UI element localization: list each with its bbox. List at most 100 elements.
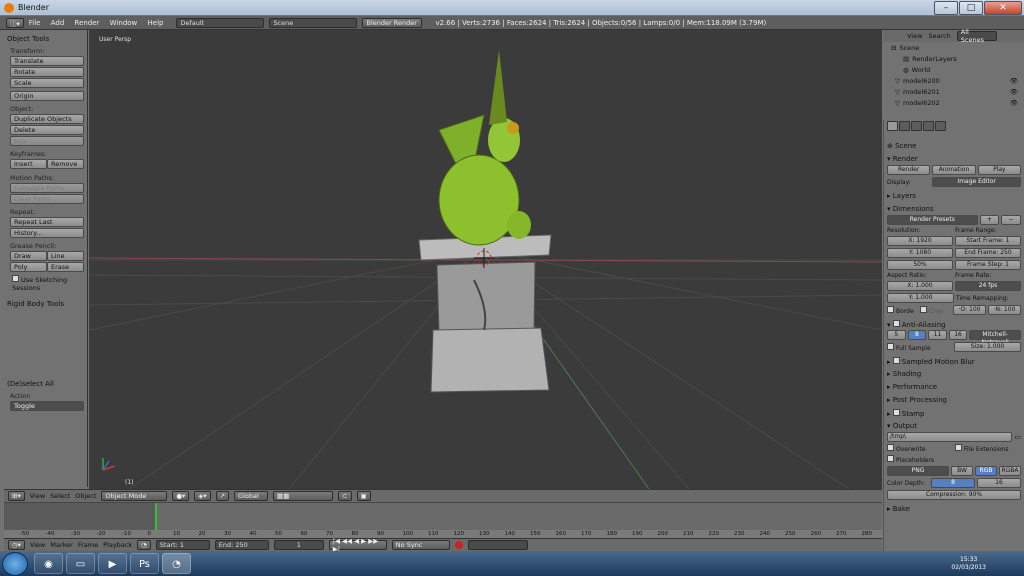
- aa-11-button[interactable]: 11: [928, 330, 947, 340]
- remove-keyframe-button[interactable]: Remove: [47, 159, 84, 169]
- render-tab-icon[interactable]: [887, 121, 898, 131]
- aa-5-button[interactable]: 5: [887, 330, 906, 340]
- preview-range-toggle[interactable]: ◔: [137, 540, 151, 550]
- aspect-x-field[interactable]: X: 1.000: [887, 281, 953, 291]
- select-menu[interactable]: Select: [50, 492, 70, 500]
- translate-button[interactable]: Translate: [10, 56, 84, 66]
- delete-button[interactable]: Delete: [10, 125, 84, 135]
- shading-panel-header[interactable]: ▸ Shading: [887, 370, 1021, 378]
- menu-add[interactable]: Add: [51, 19, 65, 27]
- calculate-paths-button[interactable]: Calculate Paths: [10, 183, 84, 193]
- aspect-y-field[interactable]: Y: 1.000: [887, 293, 954, 303]
- keying-set-field[interactable]: [467, 540, 528, 550]
- display-select[interactable]: Image Editor: [932, 177, 1021, 187]
- chrome-taskbar-icon[interactable]: ◉: [34, 553, 63, 574]
- poly-button[interactable]: Poly: [10, 262, 47, 272]
- start-frame-prop-field[interactable]: Start Frame: 1: [955, 236, 1021, 246]
- bw-button[interactable]: BW: [951, 466, 973, 476]
- close-button[interactable]: ✕: [984, 1, 1022, 15]
- render-button[interactable]: Render: [887, 165, 931, 175]
- world-tab-icon[interactable]: [911, 121, 922, 131]
- system-clock[interactable]: 15:33 02/03/2013: [951, 556, 986, 572]
- pivot-point-button[interactable]: ◈▾: [194, 491, 211, 501]
- outliner-display-mode[interactable]: All Scenes: [956, 28, 997, 44]
- editor-type-button[interactable]: ⓘ▾: [6, 17, 24, 28]
- insert-keyframe-button[interactable]: Insert: [10, 159, 47, 169]
- output-path-field[interactable]: /tmp\: [887, 432, 1013, 442]
- repeat-last-button[interactable]: Repeat Last: [10, 217, 84, 227]
- frame-menu[interactable]: Frame: [78, 541, 98, 549]
- playback-controls[interactable]: |◀ ◀◀ ◀ ▶ ▶▶ ▶|: [328, 537, 387, 553]
- view-menu[interactable]: View: [30, 492, 45, 500]
- transform-orientation-select[interactable]: Global: [234, 491, 269, 501]
- outliner-search-menu[interactable]: Search: [928, 32, 950, 40]
- resolution-x-field[interactable]: X: 1920: [887, 236, 953, 246]
- dimensions-panel-header[interactable]: ▾ Dimensions: [887, 205, 1021, 213]
- outliner-row-world[interactable]: ◍ World: [883, 64, 1024, 75]
- crop-checkbox[interactable]: Crop: [920, 305, 951, 315]
- interaction-mode-select[interactable]: Object Mode: [101, 491, 168, 501]
- file-extensions-checkbox[interactable]: File Extensions: [955, 444, 1021, 453]
- minimize-button[interactable]: –: [934, 1, 958, 15]
- fps-select[interactable]: 24 fps: [955, 281, 1021, 291]
- join-button[interactable]: Join: [10, 136, 84, 146]
- rgb-button[interactable]: RGB: [975, 466, 997, 476]
- frame-step-field[interactable]: Frame Step: 1: [955, 260, 1021, 270]
- outliner-row-scene[interactable]: ⊟ Scene: [883, 42, 1024, 53]
- object-menu[interactable]: Object: [75, 492, 96, 500]
- history-button[interactable]: History...: [10, 228, 84, 238]
- remove-preset-button[interactable]: −: [1001, 215, 1022, 225]
- resolution-percentage-field[interactable]: 50%: [887, 260, 953, 270]
- menu-file[interactable]: File: [29, 19, 41, 27]
- anti-aliasing-panel-header[interactable]: ▾ Anti-Aliasing: [887, 320, 1021, 329]
- rigid-body-tools-header[interactable]: Rigid Body Tools: [7, 300, 84, 308]
- timeline-area[interactable]: -50 -40 -30 -20 -10 0 10 20 30 40 50 60 70 80 90 100 110…: [4, 502, 882, 539]
- start-frame-field[interactable]: Start: 1: [155, 540, 210, 550]
- outliner-view-menu[interactable]: View: [907, 32, 922, 40]
- manipulator-toggle[interactable]: ↗: [215, 491, 230, 501]
- placeholders-checkbox[interactable]: Placeholders: [887, 455, 1021, 464]
- render-engine-select[interactable]: Blender Render: [362, 17, 423, 28]
- render-panel-header[interactable]: ▾ Render: [887, 155, 1021, 163]
- end-frame-prop-field[interactable]: End Frame: 250: [955, 248, 1021, 258]
- layers-grid[interactable]: ▦▦: [273, 491, 334, 501]
- bake-panel-header[interactable]: ▸ Bake: [887, 505, 1021, 513]
- 3d-viewport[interactable]: User Persp (1): [89, 30, 882, 489]
- output-panel-header[interactable]: ▾ Output: [887, 422, 1021, 430]
- object-tab-icon[interactable]: [923, 121, 934, 131]
- screen-layout-select[interactable]: Default: [176, 17, 265, 28]
- color-depth-16-button[interactable]: 16: [977, 478, 1021, 488]
- record-icon[interactable]: [454, 541, 463, 549]
- performance-panel-header[interactable]: ▸ Performance: [887, 383, 1021, 391]
- action-select[interactable]: Toggle: [10, 401, 84, 411]
- erase-button[interactable]: Erase: [47, 262, 84, 272]
- sketching-sessions-checkbox[interactable]: Use Sketching Sessions: [12, 275, 84, 292]
- rgba-button[interactable]: RGBA: [999, 466, 1021, 476]
- play-button[interactable]: Play: [977, 165, 1021, 175]
- render-preview-button[interactable]: ▣: [356, 491, 371, 501]
- remap-old-field[interactable]: ·O: 100: [953, 305, 986, 315]
- outliner-row-renderlayers[interactable]: ▤ RenderLayers: [883, 53, 1024, 64]
- compression-slider[interactable]: Compression: 90%: [887, 490, 1021, 500]
- color-depth-8-button[interactable]: 8: [931, 478, 975, 488]
- duplicate-objects-button[interactable]: Duplicate Objects: [10, 114, 84, 124]
- aa-8-button[interactable]: 8: [907, 330, 927, 340]
- stamp-panel-header[interactable]: ▸ Stamp: [887, 409, 1021, 418]
- photoshop-taskbar-icon[interactable]: Ps: [130, 553, 159, 574]
- timeline-editor-type-button[interactable]: ◷▾: [8, 540, 25, 550]
- draw-button[interactable]: Draw: [10, 251, 47, 261]
- visibility-icon[interactable]: 👁: [1010, 88, 1018, 96]
- snap-toggle[interactable]: ⊂: [338, 491, 352, 501]
- outliner-row-model6202[interactable]: ▽ model6202 👁: [883, 97, 1024, 108]
- scale-button[interactable]: Scale: [10, 78, 84, 88]
- animation-button[interactable]: Animation: [932, 165, 976, 175]
- visibility-icon[interactable]: 👁: [1010, 77, 1018, 85]
- file-format-select[interactable]: PNG: [887, 466, 949, 476]
- origin-button[interactable]: Origin: [10, 91, 84, 101]
- overwrite-checkbox[interactable]: Overwrite: [887, 444, 953, 453]
- object-tools-header[interactable]: Object Tools: [7, 35, 84, 43]
- explorer-taskbar-icon[interactable]: ▭: [66, 553, 95, 574]
- render-presets-select[interactable]: Render Presets: [887, 215, 978, 225]
- outliner-row-model6200[interactable]: ▽ model6200 👁: [883, 75, 1024, 86]
- rotate-button[interactable]: Rotate: [10, 67, 84, 77]
